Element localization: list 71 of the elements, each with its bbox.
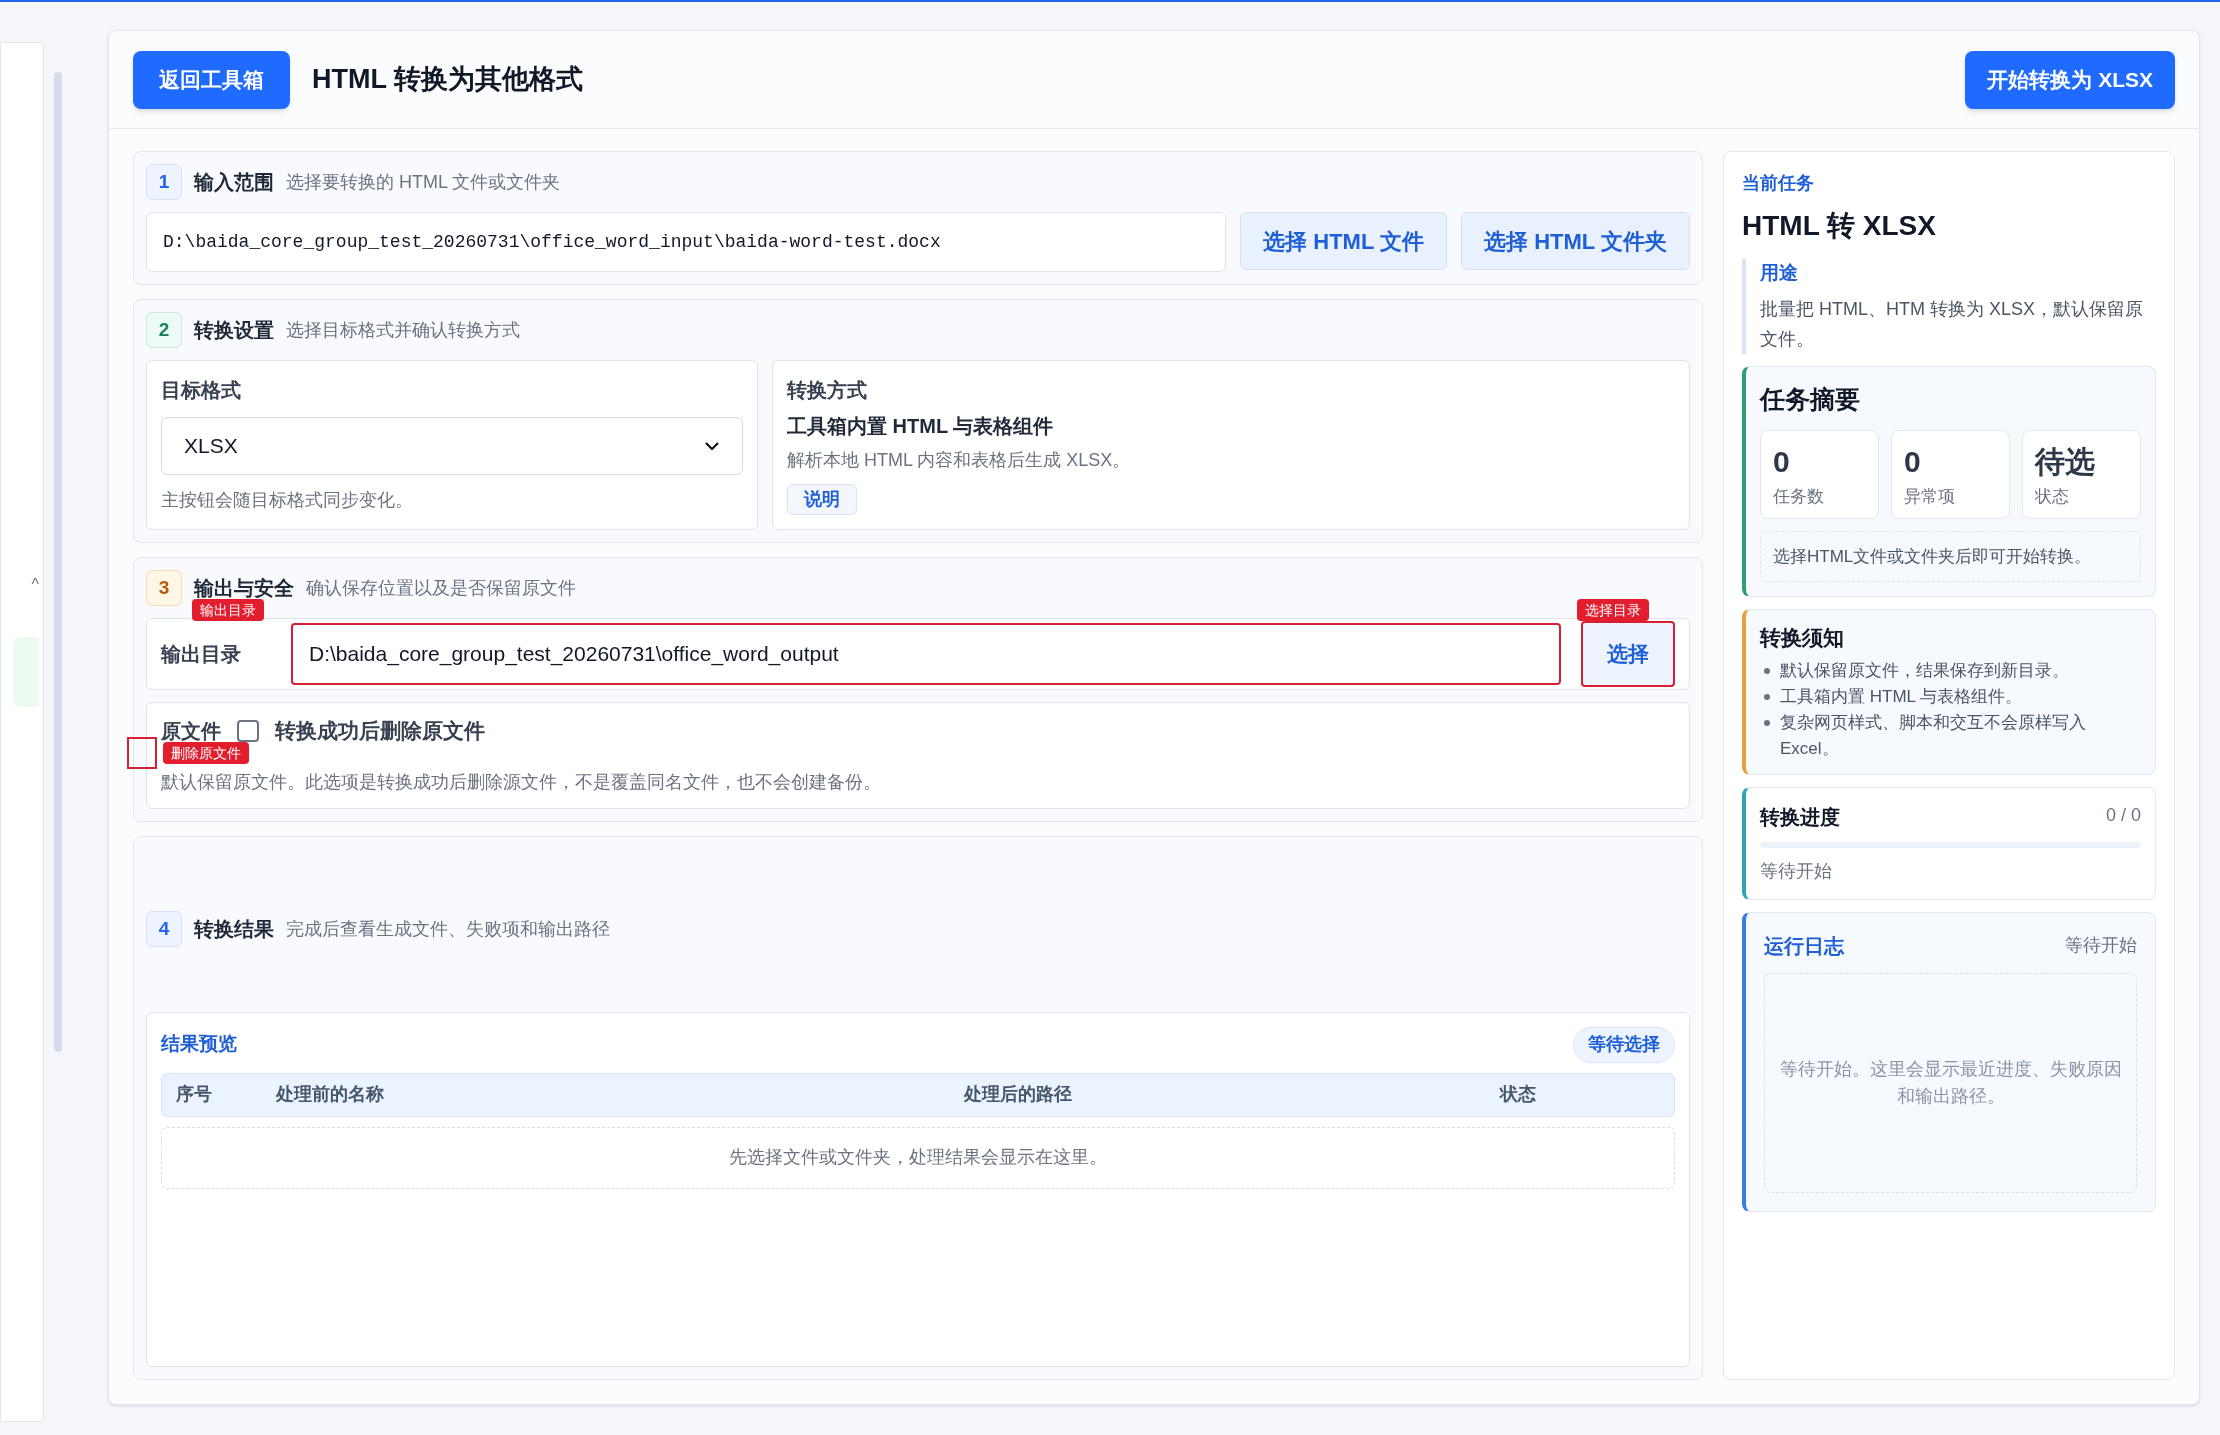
- stat-label: 任务数: [1773, 486, 1825, 508]
- empty-state: 先选择文件或文件夹，处理结果会显示在这里。: [161, 1126, 1675, 1189]
- field-label: 原文件: [161, 718, 221, 744]
- log-area: 等待开始。这里会显示最近进度、失败原因和输出路径。: [1764, 972, 2137, 1193]
- section-title: 转换设置: [194, 318, 274, 343]
- progress-status: 等待开始: [1760, 859, 1833, 883]
- choose-button[interactable]: 选择: [1581, 621, 1675, 687]
- method-name: 工具箱内置 HTML 与表格组件: [787, 414, 1054, 439]
- chevron[interactable]: ^: [31, 573, 39, 597]
- path-field[interactable]: D:\baida_core_group_test_20260731\office_word_input\baida-word-test.docx: [146, 212, 1227, 272]
- section-hint: 确认保存位置以及是否保留原文件: [306, 576, 576, 600]
- card-title: 运行日志: [1764, 933, 1844, 959]
- usage-label: 用途: [1760, 261, 1799, 285]
- field-note: 默认保留原文件。此选项是转换成功后删除源文件，不是覆盖同名文件，也不会创建备份。: [161, 770, 882, 794]
- bullet-icon: [1764, 719, 1770, 726]
- column-header: 处理前的名称: [276, 1083, 385, 1106]
- card-title: 任务摘要: [1760, 383, 1861, 415]
- bullet-icon: [1764, 693, 1770, 700]
- usage-text: 批量把 HTML、HTM 转换为 XLSX，默认保留原文件。: [1760, 297, 2145, 351]
- step-number: 2: [146, 312, 182, 348]
- preview-title: 结果预览: [161, 1032, 237, 1057]
- select-button[interactable]: 选择 HTML 文件: [1240, 212, 1448, 270]
- section-hint: 完成后查看生成文件、失败项和输出路径: [286, 917, 610, 941]
- summary-note: 选择HTML文件或文件夹后即可开始转换。: [1760, 530, 2141, 582]
- notice-item: 工具箱内置 HTML 与表格组件。: [1780, 685, 2024, 708]
- annotation-tag: 删除原文件: [163, 742, 249, 764]
- stat-value: 待选: [2035, 444, 2096, 480]
- eyebrow: 当前任务: [1742, 172, 1815, 195]
- stat-label: 异常项: [1904, 486, 1956, 508]
- info-button[interactable]: 说明: [787, 484, 857, 515]
- card-title: 转换须知: [1760, 625, 1845, 651]
- select-button[interactable]: 选择 HTML 文件夹: [1461, 212, 1690, 270]
- section-title: 输入范围: [194, 170, 274, 195]
- step-number: 1: [146, 164, 182, 200]
- log-status: 等待开始: [2065, 934, 2137, 957]
- annotation-tag: 选择目录: [1577, 599, 1649, 621]
- card-title: 转换进度: [1760, 804, 1840, 830]
- checkbox-label: 转换成功后删除原文件: [275, 718, 485, 744]
- column-header: 序号: [176, 1083, 213, 1106]
- annotation-tag: 输出目录: [192, 599, 264, 621]
- stat-value: 0: [1773, 444, 1791, 480]
- stat-value: 0: [1904, 444, 1922, 480]
- field-label: 输出目录: [161, 642, 242, 667]
- field-note: 主按钮会随目标格式同步变化。: [161, 489, 414, 512]
- section-title: 转换结果: [194, 917, 274, 942]
- bullet-icon: [1764, 667, 1770, 674]
- task-title: HTML 转 XLSX: [1742, 209, 1937, 243]
- scrollbar-thumb[interactable]: [54, 72, 62, 1052]
- field-label: 转换方式: [787, 378, 867, 403]
- notice-item: 复杂网页样式、脚本和交互不会原样写入Excel。: [1780, 711, 2087, 760]
- progress-count: 0 / 0: [2105, 803, 2141, 827]
- delete-checkbox[interactable]: [237, 719, 259, 742]
- page-title: HTML 转换为其他格式: [312, 63, 583, 97]
- step-number: 4: [146, 911, 182, 947]
- format-select[interactable]: XLSX: [161, 417, 743, 475]
- back-button[interactable]: 返回工具箱: [133, 50, 290, 109]
- column-header: 处理后的路径: [962, 1083, 1073, 1106]
- step-number: 3: [146, 570, 182, 606]
- field-label: 目标格式: [161, 378, 242, 403]
- section-hint: 选择要转换的 HTML 文件或文件夹: [286, 170, 561, 194]
- column-header: 状态: [1500, 1083, 1537, 1106]
- output-dir-field[interactable]: D:\baida_core_group_test_20260731\office_word_output: [291, 623, 1561, 685]
- stat-label: 状态: [2035, 486, 2070, 508]
- chevron-down-icon: [704, 441, 720, 451]
- method-description: 解析本地 HTML 内容和表格后生成 XLSX。: [787, 449, 1131, 472]
- section-title: 输出与安全: [194, 576, 294, 601]
- status-pill: 等待选择: [1573, 1026, 1675, 1063]
- notice-item: 默认保留原文件，结果保存到新目录。: [1780, 659, 2070, 682]
- section-hint: 选择目标格式并确认转换方式: [286, 318, 520, 342]
- start-button[interactable]: 开始转换为 XLSX: [1965, 50, 2175, 109]
- annotation-box: [127, 737, 157, 769]
